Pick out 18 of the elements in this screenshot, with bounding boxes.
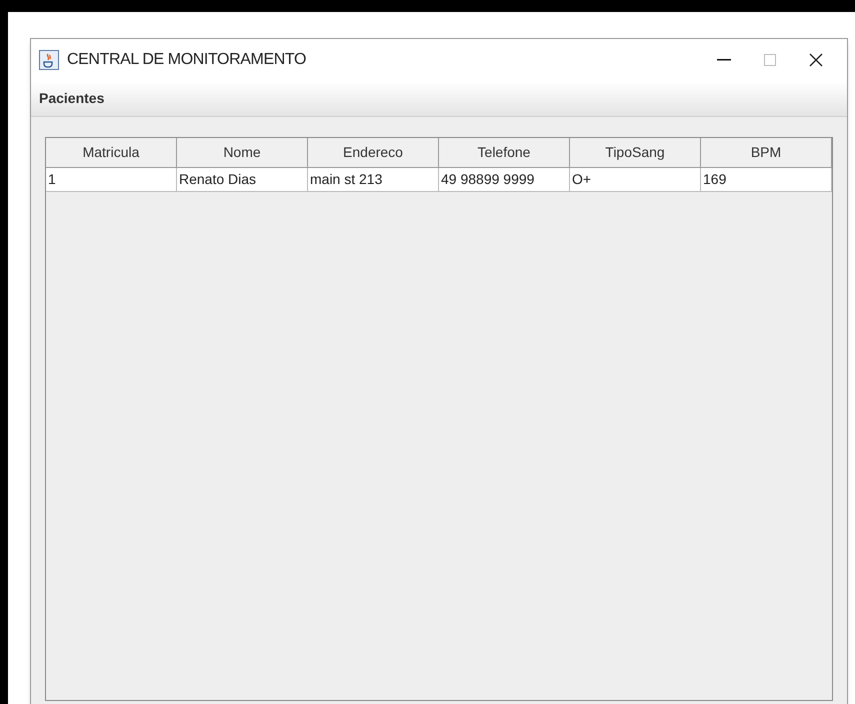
column-header[interactable]: Telefone bbox=[439, 138, 570, 168]
column-header[interactable]: TipoSang bbox=[570, 138, 701, 168]
column-header[interactable]: Nome bbox=[177, 138, 308, 168]
table-cell: 1 bbox=[46, 168, 177, 192]
column-header[interactable]: BPM bbox=[701, 138, 832, 168]
column-header[interactable]: Matricula bbox=[46, 138, 177, 168]
window-title: CENTRAL DE MONITORAMENTO bbox=[67, 50, 306, 70]
table-cell: O+ bbox=[570, 168, 701, 192]
coffee-cup-icon bbox=[39, 50, 59, 70]
minimize-icon bbox=[717, 59, 731, 61]
maximize-icon bbox=[764, 54, 776, 66]
table-cell: Renato Dias bbox=[177, 168, 308, 192]
table-cell: 49 98899 9999 bbox=[439, 168, 570, 192]
close-icon bbox=[809, 53, 823, 67]
menu-item[interactable]: Pacientes bbox=[37, 88, 106, 109]
column-header[interactable]: Endereco bbox=[308, 138, 439, 168]
table-cell: main st 213 bbox=[308, 168, 439, 192]
table-cell: 169 bbox=[701, 168, 832, 192]
